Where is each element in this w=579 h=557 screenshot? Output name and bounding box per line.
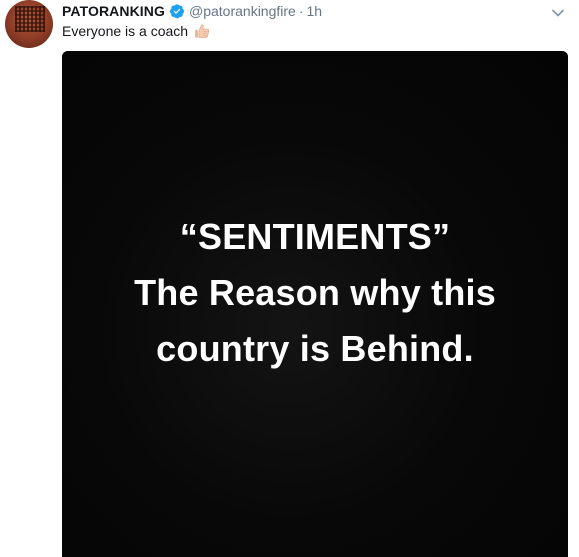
chevron-down-icon[interactable] xyxy=(551,6,565,20)
timestamp[interactable]: 1h xyxy=(307,3,323,19)
tweet-media-image[interactable]: “SENTIMENTS” The Reason why this country… xyxy=(62,51,568,557)
tweet: PATORANKING @patorankingfire · 1h Everyo… xyxy=(0,0,579,557)
tweet-text-content: Everyone is a coach xyxy=(62,23,189,39)
thumbs-up-icon xyxy=(193,22,211,40)
media-line-2: The Reason why this xyxy=(134,272,496,313)
tweet-header: PATORANKING @patorankingfire · 1h xyxy=(62,2,322,20)
media-line-3: country is Behind. xyxy=(156,328,474,369)
tweet-text: Everyone is a coach xyxy=(62,22,211,40)
avatar-pattern xyxy=(15,6,45,32)
separator-dot: · xyxy=(298,3,304,19)
media-caption: “SENTIMENTS” The Reason why this country… xyxy=(62,209,568,377)
verified-badge-icon xyxy=(169,3,185,19)
display-name[interactable]: PATORANKING xyxy=(62,3,165,19)
avatar[interactable] xyxy=(5,0,53,48)
media-line-1: “SENTIMENTS” xyxy=(179,216,451,257)
user-handle[interactable]: @patorankingfire xyxy=(189,3,296,19)
